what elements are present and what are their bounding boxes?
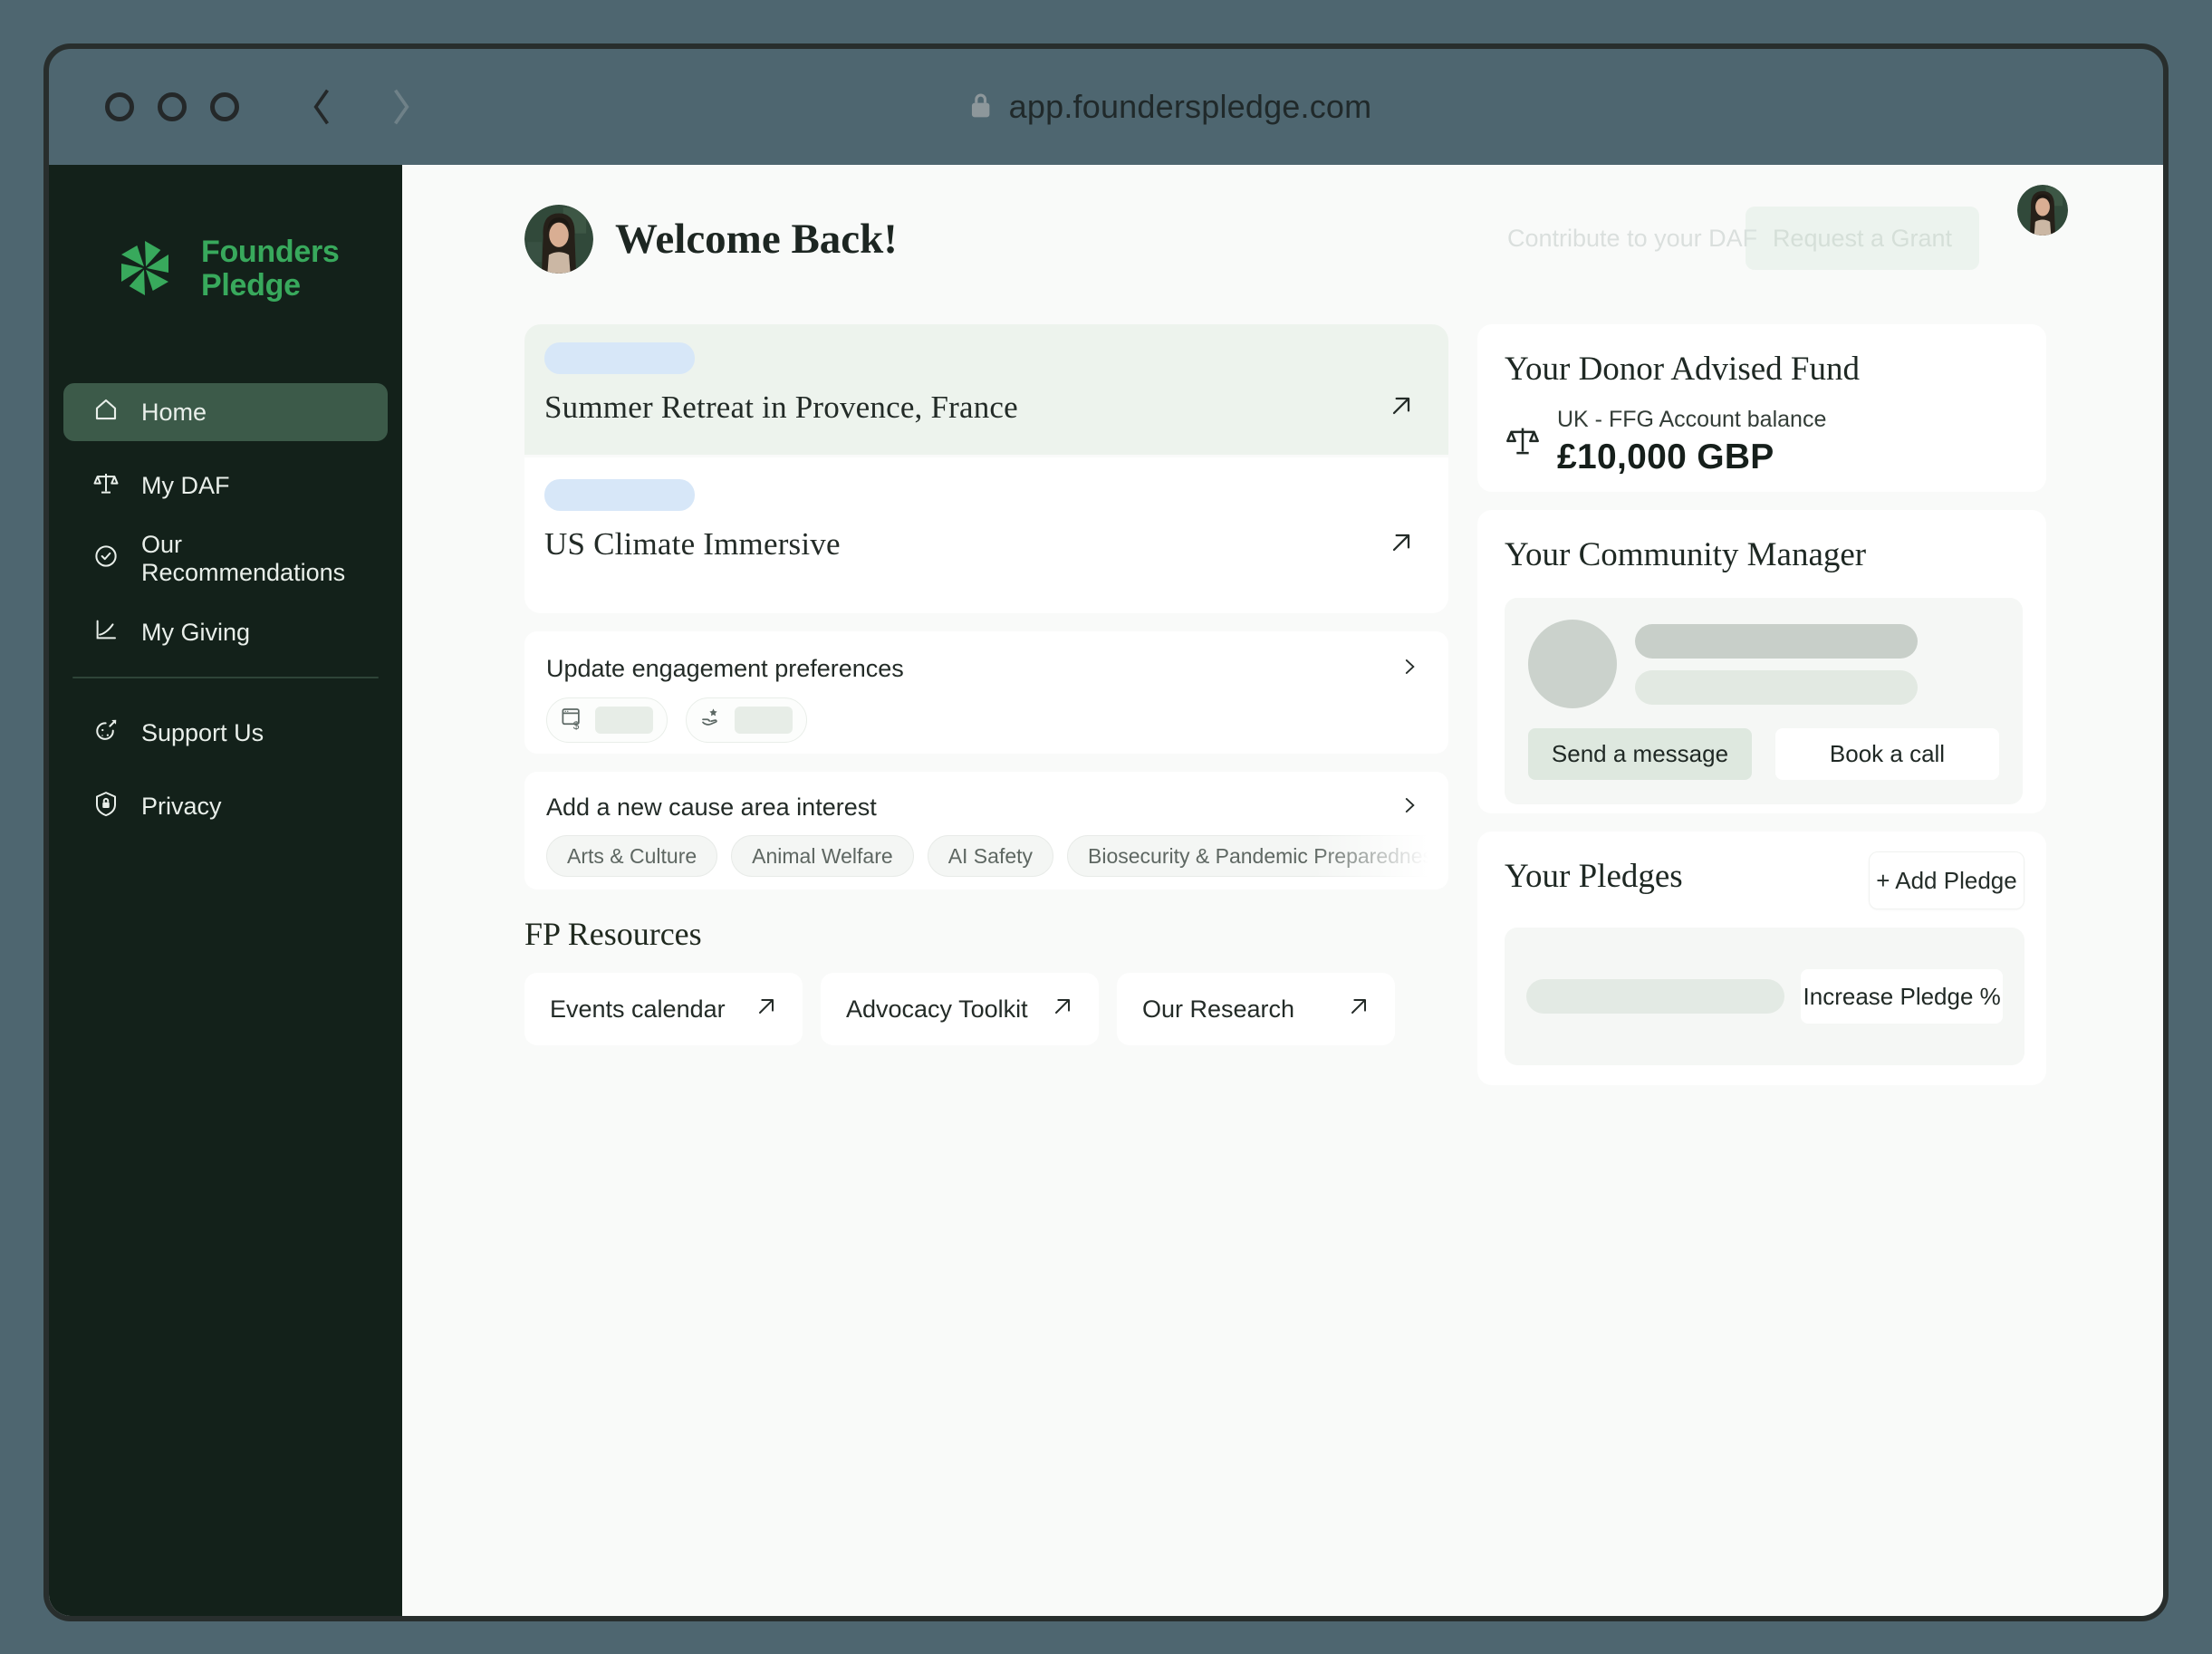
- card-title: Add a new cause area interest: [546, 793, 877, 821]
- upcoming-events-card: Summer Retreat in Provence, France US Cl…: [524, 324, 1448, 613]
- sidebar-item-my-giving[interactable]: My Giving: [63, 603, 388, 661]
- engagement-pill-giving: [686, 697, 807, 743]
- maximize-window-button[interactable]: [210, 92, 239, 121]
- cause-pill[interactable]: AI Safety: [927, 835, 1054, 877]
- badge-check-icon: [92, 543, 120, 576]
- forward-icon[interactable]: [380, 83, 420, 130]
- daf-card-title: Your Donor Advised Fund: [1505, 351, 1860, 388]
- fp-resources-heading: FP Resources: [524, 916, 702, 952]
- add-cause-area-card[interactable]: Add a new cause area interest Arts & Cul…: [524, 772, 1448, 890]
- scales-icon: [92, 469, 120, 503]
- event-item-us-climate-immersive[interactable]: US Climate Immersive: [524, 457, 1448, 613]
- update-engagement-preferences-card[interactable]: Update engagement preferences $: [524, 631, 1448, 754]
- our-research-link[interactable]: Our Research: [1117, 973, 1395, 1045]
- account-balance-label: UK - FFG Account balance: [1557, 407, 1827, 432]
- text-skeleton: [595, 707, 653, 734]
- sidebar-item-label: Support Us: [141, 718, 264, 746]
- close-window-button[interactable]: [105, 92, 134, 121]
- sidebar-item-label: Privacy: [141, 792, 222, 820]
- pledge-name-skeleton: [1526, 979, 1785, 1014]
- user-avatar: [524, 205, 593, 274]
- back-icon[interactable]: [303, 83, 342, 130]
- sidebar-item-label: Our Recommendations: [141, 531, 346, 586]
- sidebar-item-my-daf[interactable]: My DAF: [63, 457, 388, 514]
- card-title: Update engagement preferences: [546, 655, 904, 682]
- sidebar: Founders Pledge Home My DAF Our Recommen…: [49, 165, 402, 1616]
- sidebar-item-label: Home: [141, 398, 207, 426]
- founders-pledge-logo[interactable]: Founders Pledge: [105, 226, 402, 311]
- cause-pill[interactable]: Biosecurity & Pandemic Preparedness: [1067, 835, 1448, 877]
- sidebar-item-our-recommendations[interactable]: Our Recommendations: [63, 530, 388, 588]
- request-grant-button[interactable]: Request a Grant: [1746, 207, 1979, 270]
- traffic-lights: [105, 92, 239, 121]
- advocacy-toolkit-link[interactable]: Advocacy Toolkit: [821, 973, 1099, 1045]
- pledge-item-panel: Increase Pledge %: [1505, 928, 2024, 1065]
- arrow-up-right-icon: [1050, 994, 1075, 1025]
- cause-pill[interactable]: Arts & Culture: [546, 835, 718, 877]
- events-calendar-link[interactable]: Events calendar: [524, 973, 803, 1045]
- svg-text:$: $: [573, 718, 580, 731]
- lock-icon: [967, 90, 995, 125]
- browser-window: app.founderspledge.com Founders Pledge H…: [43, 43, 2169, 1621]
- scales-icon: [1505, 422, 1541, 463]
- event-item-summer-retreat[interactable]: Summer Retreat in Provence, France: [524, 324, 1448, 457]
- planet-rocket-icon: [92, 716, 120, 750]
- event-title: Summer Retreat in Provence, France: [544, 389, 1018, 425]
- browser-chrome: app.founderspledge.com: [49, 49, 2163, 165]
- logo-wordmark: Founders Pledge: [201, 234, 340, 303]
- arrow-up-right-icon: [1346, 994, 1371, 1025]
- send-message-button[interactable]: Send a message: [1528, 728, 1752, 780]
- page-title: Welcome Back!: [615, 216, 898, 263]
- profile-avatar[interactable]: [2017, 185, 2068, 236]
- hand-star-icon: [698, 705, 726, 736]
- cause-area-pill-list: Arts & Culture Animal Welfare AI Safety …: [546, 835, 1448, 877]
- sidebar-item-label: My DAF: [141, 471, 230, 499]
- shield-lock-icon: [92, 790, 120, 823]
- arrow-up-right-icon: [754, 994, 779, 1025]
- event-date-skeleton: [544, 342, 695, 374]
- add-pledge-button[interactable]: + Add Pledge: [1869, 851, 2024, 909]
- community-manager-title: Your Community Manager: [1505, 536, 1867, 573]
- account-balance-value: £10,000 GBP: [1557, 438, 1774, 476]
- arrow-up-right-icon[interactable]: [1387, 528, 1416, 562]
- invoice-dollar-icon: $: [559, 705, 586, 736]
- arrow-up-right-icon[interactable]: [1387, 391, 1416, 425]
- chevron-right-icon[interactable]: [1398, 655, 1421, 683]
- event-title: US Climate Immersive: [544, 526, 841, 562]
- book-call-button[interactable]: Book a call: [1775, 728, 1999, 780]
- sidebar-item-support-us[interactable]: Support Us: [63, 704, 388, 762]
- community-manager-panel: Send a message Book a call: [1505, 598, 2023, 804]
- event-date-skeleton: [544, 479, 695, 511]
- address-bar[interactable]: app.founderspledge.com: [967, 88, 1372, 126]
- contribute-to-daf-button[interactable]: Contribute to your DAF: [1507, 225, 1757, 253]
- community-manager-card: Your Community Manager Send a message Bo…: [1477, 510, 2046, 813]
- resource-label: Advocacy Toolkit: [846, 995, 1028, 1023]
- sidebar-item-label: My Giving: [141, 618, 251, 646]
- engagement-pill-grants: $: [546, 697, 668, 743]
- increase-pledge-button[interactable]: Increase Pledge %: [1801, 969, 2003, 1024]
- minimize-window-button[interactable]: [158, 92, 187, 121]
- chart-line-icon: [92, 616, 120, 649]
- sidebar-nav: Home My DAF Our Recommendations My Givin…: [49, 383, 402, 851]
- resource-label: Events calendar: [550, 995, 726, 1023]
- cause-pill[interactable]: Animal Welfare: [731, 835, 914, 877]
- main-content: Welcome Back! Contribute to your DAF Req…: [402, 165, 2163, 1616]
- manager-avatar-placeholder: [1528, 620, 1617, 708]
- page-header: Welcome Back! Contribute to your DAF Req…: [524, 185, 2068, 274]
- url-text: app.founderspledge.com: [1008, 88, 1372, 125]
- pledges-card: Your Pledges + Add Pledge Increase Pledg…: [1477, 832, 2046, 1085]
- text-skeleton: [735, 707, 793, 734]
- chevron-right-icon[interactable]: [1398, 793, 1421, 822]
- page-viewport: Founders Pledge Home My DAF Our Recommen…: [49, 165, 2163, 1616]
- home-icon: [92, 396, 120, 429]
- donor-advised-fund-card: Your Donor Advised Fund UK - FFG Account…: [1477, 324, 2046, 492]
- founders-pledge-asterisk-icon: [105, 226, 185, 311]
- manager-role-skeleton: [1635, 669, 1918, 705]
- sidebar-item-privacy[interactable]: Privacy: [63, 777, 388, 835]
- sidebar-divider: [72, 677, 379, 678]
- sidebar-item-home[interactable]: Home: [63, 383, 388, 441]
- pledges-title: Your Pledges: [1505, 858, 1683, 895]
- manager-name-skeleton: [1635, 623, 1918, 659]
- resource-label: Our Research: [1142, 995, 1295, 1023]
